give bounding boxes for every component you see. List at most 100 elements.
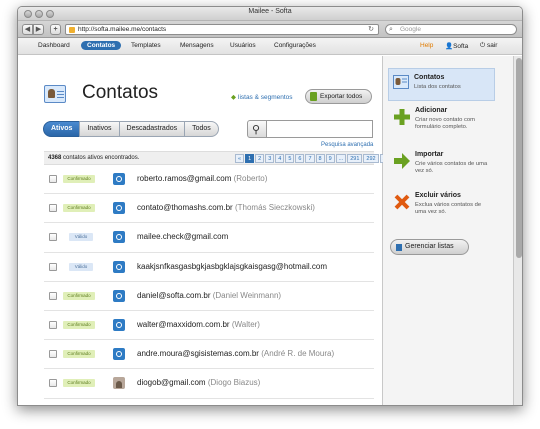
contact-list: Confirmado roberto.ramos@gmail.com (Robe… [44, 165, 374, 399]
sidebar-item-import[interactable]: Importar Crie vários contatos de uma vez… [390, 151, 496, 183]
pagination-page[interactable]: 1 [245, 154, 255, 163]
pagination-page[interactable]: 291 [347, 154, 363, 163]
contact-link[interactable]: diogob@gmail.com (Diogo Biazus) [137, 378, 260, 387]
pagination-page[interactable]: 9 [325, 154, 335, 163]
pagination-page[interactable]: 292 [363, 154, 379, 163]
pagination-prev[interactable]: « [235, 154, 245, 163]
contact-name: (Roberto) [233, 174, 268, 183]
tab-unsubscribed[interactable]: Descadastrados [118, 121, 186, 137]
lists-segments-link[interactable]: ◆ listas & segmentos [231, 93, 293, 101]
help-link[interactable]: Help [420, 42, 433, 49]
contact-link[interactable]: andre.moura@sgisistemas.com.br (André R.… [137, 349, 334, 358]
list-header: 4368 contatos ativos encontrados. « 1 2 … [44, 151, 389, 165]
user-link[interactable]: 👤Softa [445, 42, 468, 50]
manage-lists-button[interactable]: Gerenciar listas [390, 239, 469, 255]
contact-email: diogob@gmail.com [137, 378, 206, 388]
search-icon: ⌕ [389, 26, 393, 33]
page-title: Contatos [82, 82, 159, 103]
contact-search-input[interactable] [267, 120, 373, 138]
contact-link[interactable]: walter@maxxidom.com.br (Walter) [137, 320, 260, 329]
sidebar-item-add[interactable]: Adicionar Criar novo contato com formulá… [390, 107, 496, 139]
export-all-button[interactable]: Exportar todos [305, 89, 372, 104]
contact-link[interactable]: roberto.ramos@gmail.com (Roberto) [137, 174, 267, 183]
arrow-right-icon [394, 153, 410, 169]
sidebar-item-desc: Criar novo contato com formulário comple… [415, 117, 475, 130]
contact-name: (Diogo Biazus) [207, 378, 261, 388]
scrollbar[interactable] [513, 56, 522, 405]
table-row: Confirmado roberto.ramos@gmail.com (Robe… [44, 165, 374, 195]
nav-settings[interactable]: Configurações [274, 42, 316, 49]
status-badge: Confirmado [63, 320, 95, 329]
sidebar-item-title: Adicionar [415, 107, 448, 114]
nav-users[interactable]: Usuários [230, 42, 256, 49]
sidebar: Contatos Lista dos contatos Adicionar Cr… [383, 56, 513, 405]
status-badge: Confirmado [63, 204, 95, 213]
title-bar: Mailee - Softa [18, 7, 522, 21]
forward-button[interactable]: ▶ [33, 24, 44, 35]
row-checkbox[interactable] [49, 379, 57, 388]
advanced-search-link[interactable]: Pesquisa avançada [321, 142, 373, 148]
table-row: Confirmado andre.moura@sgisistemas.com.b… [44, 340, 374, 370]
pagination-page[interactable]: 2 [255, 154, 265, 163]
pagination-page[interactable]: 3 [265, 154, 275, 163]
lists-segments-label: listas & segmentos [238, 94, 293, 101]
pagination-page[interactable]: 6 [295, 154, 305, 163]
sidebar-item-contacts[interactable]: Contatos Lista dos contatos [388, 68, 495, 101]
tab-all[interactable]: Todos [184, 121, 219, 137]
contact-link[interactable]: kaakjsnfkasgasbgkjasbgklajsgkaisgasg@hot… [137, 262, 327, 271]
contact-name: (André R. de Moura) [261, 349, 335, 359]
row-checkbox[interactable] [49, 291, 57, 300]
sidebar-item-desc: Crie vários contatos de uma vez só. [415, 161, 488, 174]
address-bar[interactable]: http://softa.mailee.me/contacts ↻ [65, 24, 379, 35]
scrollbar-thumb[interactable] [516, 58, 522, 258]
tab-inactive[interactable]: Inativos [79, 121, 120, 137]
contact-link[interactable]: mailee.check@gmail.com [137, 232, 228, 241]
nav-templates[interactable]: Templates [131, 42, 161, 49]
contact-email: walter@maxxidom.com.br [137, 319, 230, 329]
window-title: Mailee - Softa [248, 8, 292, 15]
nav-messages[interactable]: Mensagens [180, 42, 214, 49]
pagination-page[interactable]: 7 [305, 154, 315, 163]
contact-email: mailee.check@gmail.com [137, 232, 229, 242]
contact-search-button[interactable]: ⚲ [247, 120, 267, 138]
contact-link[interactable]: daniel@softa.com.br (Daniel Weinmann) [137, 291, 281, 300]
sidebar-item-delete-many[interactable]: Excluir vários Exclua vários contatos de… [390, 192, 496, 224]
row-checkbox[interactable] [49, 175, 57, 183]
tab-active[interactable]: Ativos [43, 121, 81, 137]
status-badge: Confirmado [63, 291, 95, 300]
add-bookmark-button[interactable]: + [50, 24, 61, 35]
status-badge: Válido [69, 233, 93, 242]
contact-photo-icon [113, 377, 125, 390]
row-checkbox[interactable] [49, 350, 57, 359]
row-checkbox[interactable] [49, 262, 57, 271]
status-badge: Confirmado [63, 379, 95, 388]
back-button[interactable]: ◀ [22, 24, 33, 35]
result-count-label: contatos ativos encontrados. [61, 155, 140, 161]
export-all-label: Exportar todos [320, 93, 363, 100]
logout-link[interactable]: ⏻ sair [480, 42, 497, 50]
contact-link[interactable]: contato@thomashs.com.br (Thomás Sieczkow… [137, 203, 315, 212]
row-checkbox[interactable] [49, 320, 57, 329]
browser-search-placeholder: Google [400, 26, 421, 33]
pagination-page[interactable]: 4 [275, 154, 285, 163]
pagination-page[interactable]: 8 [315, 154, 325, 163]
status-badge: Confirmado [63, 175, 95, 183]
sidebar-item-title: Excluir vários [415, 192, 461, 199]
browser-search-field[interactable]: ⌕ Google [385, 24, 517, 35]
nav-contacts[interactable]: Contatos [81, 41, 122, 50]
reload-icon[interactable]: ↻ [368, 25, 374, 35]
nav-dashboard[interactable]: Dashboard [38, 42, 70, 49]
result-count: 4368 contatos ativos encontrados. [48, 155, 139, 161]
table-row: Válido mailee.check@gmail.com [44, 223, 374, 253]
download-icon [310, 92, 317, 101]
table-row: Confirmado contato@thomashs.com.br (Thom… [44, 194, 374, 224]
result-count-number: 4368 [48, 155, 62, 161]
power-icon [113, 318, 125, 331]
row-checkbox[interactable] [49, 204, 57, 213]
browser-toolbar: ◀ ▶ + http://softa.mailee.me/contacts ↻ … [18, 21, 522, 38]
table-row: Confirmado walter@maxxidom.com.br (Walte… [44, 311, 374, 341]
sidebar-item-desc: Lista dos contatos [414, 84, 461, 90]
row-checkbox[interactable] [49, 233, 57, 242]
pagination-page[interactable]: 5 [285, 154, 295, 163]
pagination-ellipsis[interactable]: ... [335, 154, 347, 163]
